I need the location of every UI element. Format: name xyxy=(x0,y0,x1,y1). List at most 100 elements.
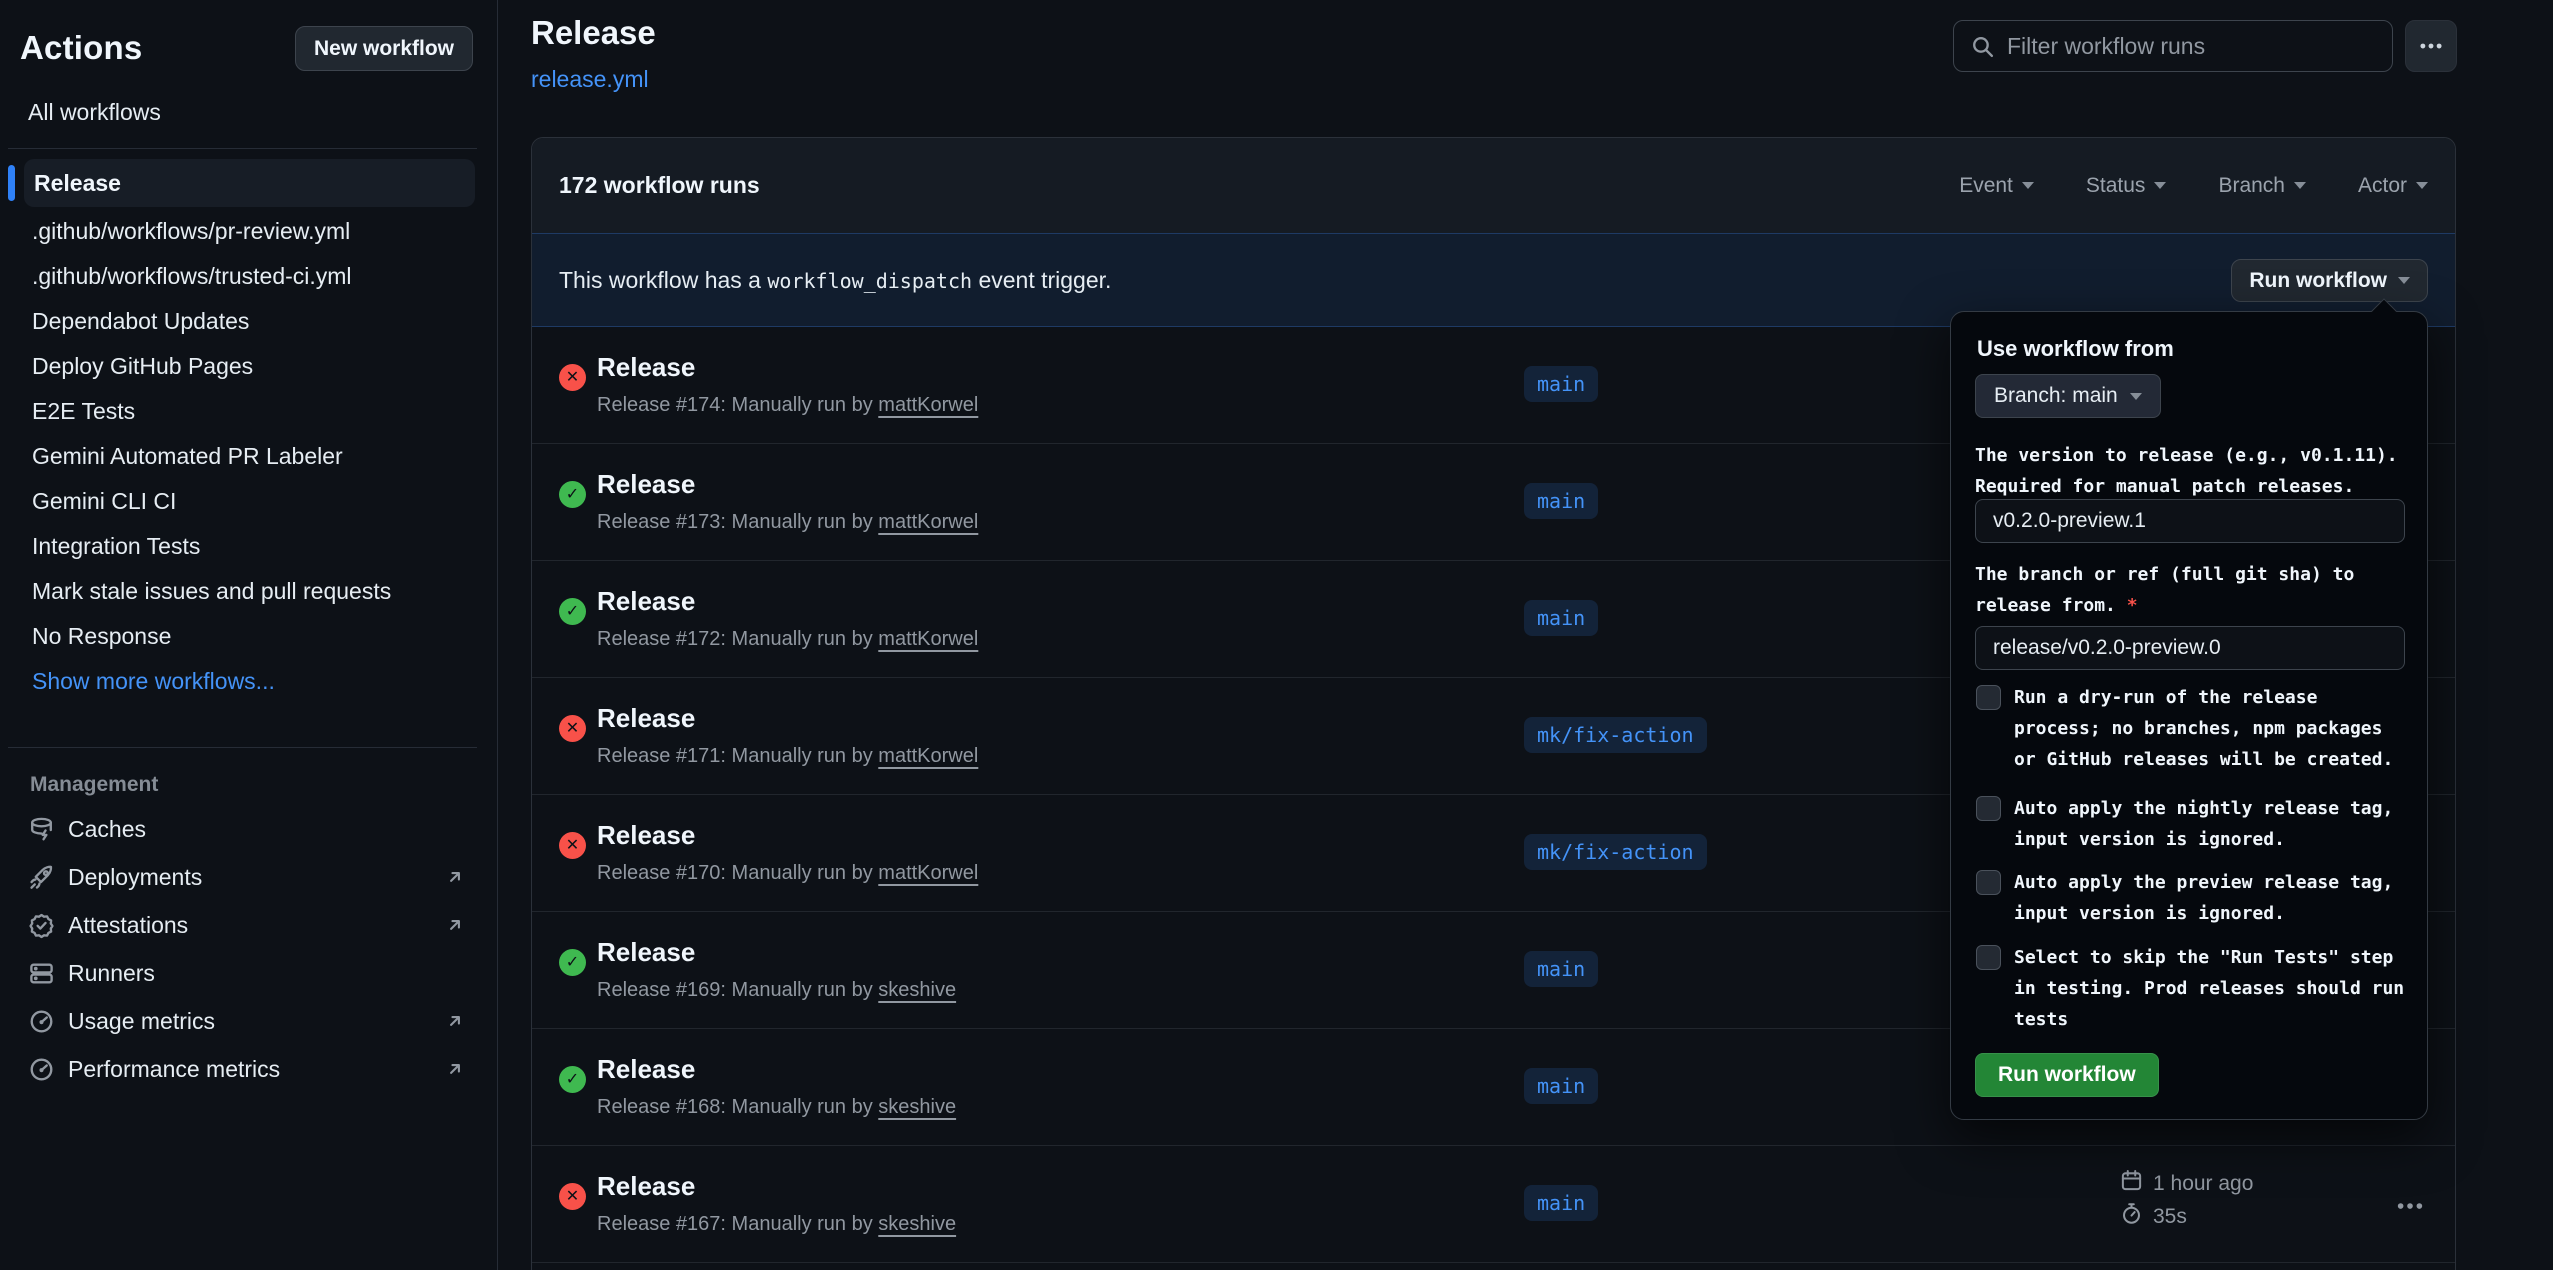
success-status-icon: ✓ xyxy=(559,949,586,976)
sidebar-item-workflow[interactable]: .github/workflows/pr-review.yml xyxy=(0,209,497,254)
run-title-link[interactable]: Release xyxy=(597,1171,695,1202)
branch-selector-button[interactable]: Branch: main xyxy=(1975,374,2161,418)
arrow-up-right-icon xyxy=(443,1057,467,1081)
checkbox[interactable] xyxy=(1976,685,2001,710)
sidebar-item-workflow[interactable]: E2E Tests xyxy=(0,389,497,434)
filter-event[interactable]: Event xyxy=(1959,174,2034,198)
filter-actor[interactable]: Actor xyxy=(2358,174,2428,198)
workflow-runs-count: 172 workflow runs xyxy=(559,172,760,199)
sidebar-item-workflow[interactable]: Gemini Automated PR Labeler xyxy=(0,434,497,479)
sidebar-item-workflow[interactable]: Release xyxy=(24,159,475,207)
new-workflow-button[interactable]: New workflow xyxy=(295,26,473,71)
run-workflow-dropdown-button[interactable]: Run workflow xyxy=(2231,259,2428,302)
run-title-link[interactable]: Release xyxy=(597,586,695,617)
workflow-run-row[interactable]: ✕ReleaseRelease #167: Manually run by sk… xyxy=(532,1146,2455,1263)
run-title-link[interactable]: Release xyxy=(597,703,695,734)
actor-link[interactable]: mattKorwel xyxy=(878,862,978,884)
branch-badge[interactable]: main xyxy=(1524,951,1598,987)
sidebar-item-workflow[interactable]: Integration Tests xyxy=(0,524,497,569)
sidebar-item-all-workflows[interactable]: All workflows xyxy=(0,92,497,132)
filter-status[interactable]: Status xyxy=(2086,174,2167,198)
version-help-text: The version to release (e.g., v0.1.11). … xyxy=(1975,440,2407,502)
branch-badge[interactable]: main xyxy=(1524,366,1598,402)
version-input[interactable] xyxy=(1975,499,2405,543)
banner-text: This workflow has a workflow_dispatch ev… xyxy=(559,267,1111,294)
run-duration: 35s xyxy=(2153,1205,2187,1229)
branch-badge[interactable]: main xyxy=(1524,600,1598,636)
arrow-up-right-icon xyxy=(443,913,467,937)
chevron-down-icon xyxy=(2294,182,2306,189)
sidebar-title: Actions xyxy=(20,29,142,67)
sidebar-item-attestations[interactable]: Attestations xyxy=(0,901,497,949)
sidebar-item-caches[interactable]: Caches xyxy=(0,805,497,853)
dialog-checkbox-row: Auto apply the preview release tag, inpu… xyxy=(1976,867,2409,929)
run-description: Release #169: Manually run by skeshive xyxy=(597,979,956,1002)
filter-workflow-runs-box xyxy=(1953,20,2393,72)
sidebar-item-usage-metrics[interactable]: Usage metrics xyxy=(0,997,497,1045)
sidebar-item-workflow[interactable]: Gemini CLI CI xyxy=(0,479,497,524)
required-asterisk: * xyxy=(2127,595,2138,616)
branch-badge[interactable]: mk/fix-action xyxy=(1524,834,1707,870)
success-status-icon: ✓ xyxy=(559,1066,586,1093)
run-description: Release #170: Manually run by mattKorwel xyxy=(597,862,978,885)
dialog-checkbox-row: Auto apply the nightly release tag, inpu… xyxy=(1976,793,2409,855)
workflow-file-link[interactable]: release.yml xyxy=(531,66,649,93)
sidebar-item-workflow[interactable]: Dependabot Updates xyxy=(0,299,497,344)
management-list: CachesDeploymentsAttestationsRunnersUsag… xyxy=(0,805,497,1093)
run-title-link[interactable]: Release xyxy=(597,937,695,968)
run-title-link[interactable]: Release xyxy=(597,352,695,383)
chevron-down-icon xyxy=(2416,182,2428,189)
success-status-icon: ✓ xyxy=(559,598,586,625)
arrow-up-right-icon xyxy=(443,865,467,889)
sidebar-item-runners[interactable]: Runners xyxy=(0,949,497,997)
branch-badge[interactable]: main xyxy=(1524,483,1598,519)
run-description: Release #173: Manually run by mattKorwel xyxy=(597,511,978,534)
sidebar-item-workflow[interactable]: .github/workflows/trusted-ci.yml xyxy=(0,254,497,299)
runs-panel-header: 172 workflow runs Event Status Branch Actor xyxy=(532,138,2455,233)
checkbox[interactable] xyxy=(1976,870,2001,895)
chevron-down-icon xyxy=(2022,182,2034,189)
checkbox-label: Auto apply the preview release tag, inpu… xyxy=(2014,867,2409,929)
show-more-workflows-link[interactable]: Show more workflows... xyxy=(0,659,497,704)
actor-link[interactable]: skeshive xyxy=(878,979,956,1001)
filter-branch[interactable]: Branch xyxy=(2218,174,2306,198)
chevron-down-icon xyxy=(2398,277,2410,284)
actor-link[interactable]: mattKorwel xyxy=(878,745,978,767)
actor-link[interactable]: mattKorwel xyxy=(878,511,978,533)
actor-link[interactable]: skeshive xyxy=(878,1213,956,1235)
run-title-link[interactable]: Release xyxy=(597,1054,695,1085)
actor-link[interactable]: mattKorwel xyxy=(878,394,978,416)
page-title: Release xyxy=(531,14,656,52)
actor-link[interactable]: skeshive xyxy=(878,1096,956,1118)
selected-indicator-bar xyxy=(8,165,15,201)
dialog-checkbox-row: Select to skip the "Run Tests" step in t… xyxy=(1976,942,2409,1035)
branch-badge[interactable]: main xyxy=(1524,1068,1598,1104)
sidebar-item-workflow[interactable]: No Response xyxy=(0,614,497,659)
run-title-link[interactable]: Release xyxy=(597,820,695,851)
sidebar-item-workflow[interactable]: Deploy GitHub Pages xyxy=(0,344,497,389)
actor-link[interactable]: mattKorwel xyxy=(878,628,978,650)
run-title-link[interactable]: Release xyxy=(597,469,695,500)
server-icon xyxy=(28,960,55,987)
database-icon xyxy=(28,816,55,843)
checkbox[interactable] xyxy=(1976,945,2001,970)
sidebar-item-deployments[interactable]: Deployments xyxy=(0,853,497,901)
chevron-down-icon xyxy=(2154,182,2166,189)
ref-input[interactable] xyxy=(1975,626,2405,670)
branch-badge[interactable]: mk/fix-action xyxy=(1524,717,1707,753)
run-description: Release #172: Manually run by mattKorwel xyxy=(597,628,978,651)
management-section-label: Management xyxy=(0,765,497,805)
run-description: Release #168: Manually run by skeshive xyxy=(597,1096,956,1119)
run-workflow-submit-button[interactable]: Run workflow xyxy=(1975,1053,2159,1097)
sidebar-item-workflow[interactable]: Mark stale issues and pull requests xyxy=(0,569,497,614)
sidebar-item-performance-metrics[interactable]: Performance metrics xyxy=(0,1045,497,1093)
filter-workflow-runs-input[interactable] xyxy=(2007,33,2376,60)
checkbox[interactable] xyxy=(1976,796,2001,821)
failure-status-icon: ✕ xyxy=(559,364,586,391)
workflow-options-kebab-button[interactable] xyxy=(2405,20,2457,72)
failure-status-icon: ✕ xyxy=(559,832,586,859)
run-time: 1 hour ago xyxy=(2153,1172,2253,1196)
chevron-down-icon xyxy=(2130,393,2142,400)
run-options-kebab-button[interactable] xyxy=(2395,1191,2425,1221)
branch-badge[interactable]: main xyxy=(1524,1185,1598,1221)
